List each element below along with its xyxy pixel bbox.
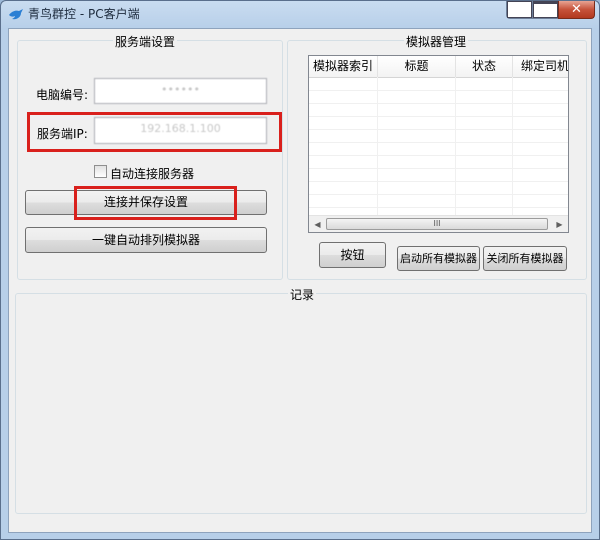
- column-title[interactable]: 标题: [378, 56, 456, 77]
- emulator-manager-group: 模拟器管理 模拟器索引 标题 状态 绑定司机 ◀ III ▶ 按钮 启动所有模拟…: [287, 33, 587, 280]
- close-button[interactable]: ✕: [558, 1, 595, 19]
- column-bound-driver[interactable]: 绑定司机: [513, 56, 568, 77]
- scroll-right-icon[interactable]: ▶: [551, 216, 568, 232]
- log-area[interactable]: [16, 294, 586, 513]
- start-all-emulators-button[interactable]: 启动所有模拟器: [397, 246, 480, 271]
- empty-row: [309, 169, 568, 182]
- close-all-emulators-button[interactable]: 关闭所有模拟器: [483, 246, 567, 271]
- log-group: 记录: [15, 286, 587, 514]
- empty-row: [309, 182, 568, 195]
- horizontal-scrollbar[interactable]: ◀ III ▶: [309, 215, 568, 232]
- window-title: 青鸟群控 - PC客户端: [28, 7, 140, 21]
- main-window: 青鸟群控 - PC客户端 ✕ 服务端设置 电脑编号: •••••• 服务端IP:…: [0, 0, 600, 540]
- scroll-left-icon[interactable]: ◀: [309, 216, 326, 232]
- emulator-manager-title: 模拟器管理: [404, 33, 469, 50]
- maximize-button[interactable]: [532, 1, 559, 19]
- auto-connect-label: 自动连接服务器: [110, 167, 195, 181]
- generic-button[interactable]: 按钮: [319, 242, 386, 268]
- column-status[interactable]: 状态: [456, 56, 513, 77]
- minimize-icon: [507, 1, 532, 18]
- server-settings-group: 服务端设置 电脑编号: •••••• 服务端IP: 192.168.1.100 …: [17, 33, 283, 280]
- empty-row: [309, 195, 568, 208]
- auto-connect-checkbox[interactable]: [94, 165, 107, 178]
- server-ip-label: 服务端IP:: [37, 127, 88, 141]
- emulator-list-header: 模拟器索引 标题 状态 绑定司机: [309, 56, 568, 78]
- maximize-icon: [533, 1, 558, 18]
- empty-row: [309, 78, 568, 91]
- empty-row: [309, 91, 568, 104]
- column-emulator-index[interactable]: 模拟器索引: [309, 56, 378, 77]
- title-bar[interactable]: 青鸟群控 - PC客户端 ✕: [1, 1, 599, 27]
- empty-row: [309, 130, 568, 143]
- minimize-button[interactable]: [506, 1, 533, 19]
- arrange-emulators-button[interactable]: 一键自动排列模拟器: [25, 227, 267, 253]
- pc-id-field[interactable]: ••••••: [94, 78, 267, 104]
- server-settings-title: 服务端设置: [113, 33, 178, 50]
- empty-row: [309, 117, 568, 130]
- empty-row: [309, 104, 568, 117]
- empty-row: [309, 143, 568, 156]
- highlight-connect-button: [74, 186, 237, 220]
- empty-row: [309, 156, 568, 169]
- close-icon: ✕: [571, 2, 582, 17]
- bird-icon: [9, 9, 23, 20]
- server-ip-field[interactable]: 192.168.1.100: [94, 117, 267, 144]
- pc-id-label: 电脑编号:: [36, 88, 89, 102]
- client-area: 服务端设置 电脑编号: •••••• 服务端IP: 192.168.1.100 …: [8, 28, 592, 533]
- scroll-thumb[interactable]: III: [326, 218, 548, 230]
- emulator-list[interactable]: 模拟器索引 标题 状态 绑定司机 ◀ III ▶: [308, 55, 569, 233]
